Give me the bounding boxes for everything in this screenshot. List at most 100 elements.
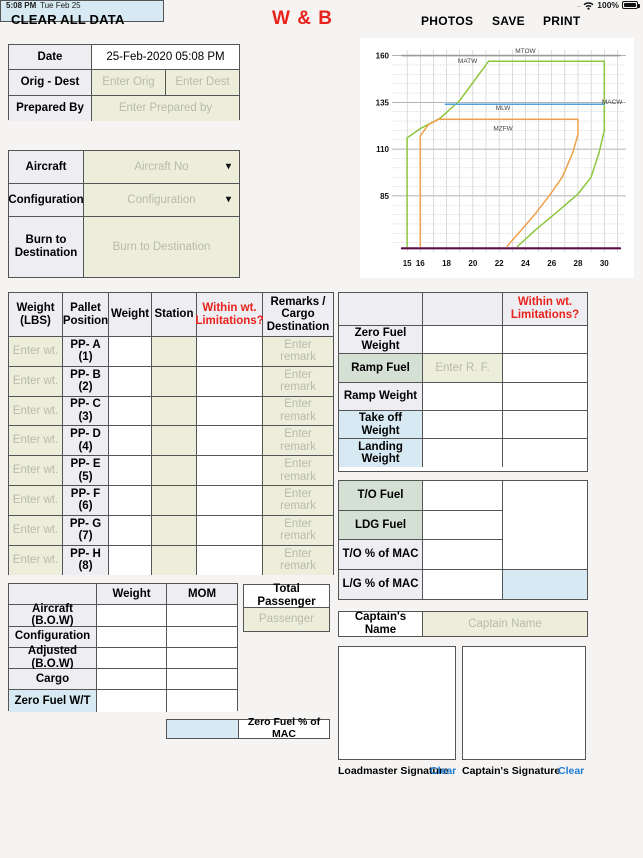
date-row: Date 25-Feb-2020 05:08 PM <box>9 45 239 71</box>
save-button[interactable]: SAVE <box>492 14 525 28</box>
weight-balance-envelope-chart: 160 135 110 85 15 16 18 20 22 24 26 28 30 MTOW MATW MAC… <box>360 38 634 278</box>
table-row: Ramp Weight <box>339 382 587 411</box>
fuel-row-value[interactable] <box>423 540 503 570</box>
pallet-station-value <box>152 456 197 486</box>
chevron-down-icon: ▾ <box>225 193 231 205</box>
total-passenger-label-row: Total Passenger <box>244 583 329 608</box>
captain-name-input[interactable]: Captain Name <box>423 612 587 636</box>
chart-xtick-label: 28 <box>574 259 583 268</box>
fuel-row-value[interactable] <box>423 569 503 600</box>
weight-row-within-limits <box>503 354 587 383</box>
date-value[interactable]: 25-Feb-2020 05:08 PM <box>92 45 239 71</box>
pallet-remark-input[interactable]: Enter remark <box>263 485 333 516</box>
pallet-remark-input[interactable]: Enter remark <box>263 456 333 486</box>
configuration-label: Configuration <box>8 184 84 217</box>
pallet-table-header: Weight (LBS) Pallet Position Weight Stat… <box>9 293 333 337</box>
pallet-within-limits-value <box>197 337 263 367</box>
aircraft-select-value: Aircraft No <box>134 160 189 173</box>
chart-annotation-macw: MACW <box>602 99 623 106</box>
bow-row-label: Aircraft (B.O.W) <box>9 603 97 627</box>
wt-col-value <box>423 293 503 326</box>
chevron-down-icon: ▾ <box>225 160 231 172</box>
wt-col-blank <box>339 293 423 326</box>
pallet-position-label: PP- E (5) <box>63 456 109 486</box>
pallet-remark-input[interactable]: Enter remark <box>263 396 333 427</box>
lg-mac-highlight-cell[interactable] <box>503 569 587 600</box>
zero-fuel-mac-value[interactable] <box>167 720 239 738</box>
pallet-station-value <box>152 396 197 427</box>
prepared-by-input[interactable]: Enter Prepared by <box>92 95 239 121</box>
total-passenger-label: Total Passenger <box>244 583 329 608</box>
captain-name-label: Captain's Name <box>339 611 423 636</box>
weight-row-value <box>423 410 503 440</box>
passenger-input[interactable]: Passenger <box>244 608 329 631</box>
pallet-weight-input[interactable]: Enter wt. <box>9 366 63 397</box>
chart-xtick-label: 15 <box>403 259 412 268</box>
chart-ytick-label: 160 <box>376 52 390 61</box>
configuration-select-value: Configuration <box>127 193 196 206</box>
loadmaster-signature-pad[interactable] <box>338 646 456 760</box>
page-title: W & B <box>272 8 333 29</box>
status-time: 5:08 PM <box>6 1 37 10</box>
bow-table-body: Aircraft (B.O.W) Configuration Adjusted (B… <box>9 603 237 712</box>
flight-info-block: Date 25-Feb-2020 05:08 PM Orig - Dest En… <box>8 44 240 121</box>
date-label: Date <box>9 45 92 71</box>
captain-signature-pad[interactable] <box>462 646 586 760</box>
pallet-remark-input[interactable]: Enter remark <box>263 545 333 576</box>
fuel-merged-cell[interactable] <box>503 481 587 570</box>
chart-svg: 160 135 110 85 15 16 18 20 22 24 26 28 30 MTOW MATW MAC… <box>376 48 626 268</box>
chart-annotation-mzfw: MZFW <box>493 125 513 132</box>
pallet-within-limits-value <box>197 366 263 397</box>
configuration-select[interactable]: Configuration ▾ <box>84 184 239 217</box>
orig-input[interactable]: Enter Orig <box>92 70 166 96</box>
photos-button[interactable]: PHOTOS <box>421 14 473 28</box>
pallet-within-limits-value <box>197 426 263 457</box>
chart-annotation-matw: MATW <box>458 58 478 65</box>
dest-input[interactable]: Enter Dest <box>166 70 239 96</box>
pallet-weight-input[interactable]: Enter wt. <box>9 426 63 457</box>
clear-captain-signature-link[interactable]: Clear <box>558 765 584 777</box>
chart-xtick-label: 16 <box>416 259 425 268</box>
pallet-remark-input[interactable]: Enter remark <box>263 515 333 546</box>
pallet-weight-input[interactable]: Enter wt. <box>9 396 63 427</box>
clear-loadmaster-signature-link[interactable]: Clear <box>430 765 456 777</box>
bow-row-mom <box>167 626 237 648</box>
table-row: Enter wt. PP- C (3) Enter remark <box>9 396 333 427</box>
bow-col-weight: Weight <box>97 584 167 606</box>
col-remarks-cargo-destination: Remarks / Cargo Destination <box>263 293 333 337</box>
pallet-remark-input[interactable]: Enter remark <box>263 426 333 457</box>
pallet-weight-value <box>109 485 152 516</box>
aircraft-config-block: Aircraft Aircraft No ▾ Configuration Con… <box>8 150 240 278</box>
pallet-remark-input[interactable]: Enter remark <box>263 337 333 367</box>
pallet-weight-input[interactable]: Enter wt. <box>9 515 63 546</box>
chart-xtick-label: 18 <box>442 259 451 268</box>
ramp-fuel-input[interactable]: Enter R. F. <box>423 354 503 383</box>
fuel-row-value[interactable] <box>423 481 503 511</box>
chart-annotation-mlw: MLW <box>496 105 512 112</box>
col-weight: Weight <box>109 293 152 337</box>
table-row: Enter wt. PP- G (7) Enter remark <box>9 515 333 546</box>
aircraft-select[interactable]: Aircraft No ▾ <box>84 151 239 184</box>
pallet-weight-input[interactable]: Enter wt. <box>9 456 63 486</box>
pallet-weight-value <box>109 396 152 427</box>
bow-row-label: Zero Fuel W/T <box>9 690 97 712</box>
zero-fuel-mac-inner: Zero Fuel % of MAC <box>167 717 329 740</box>
pallet-position-label: PP- G (7) <box>63 515 109 546</box>
clear-all-data-button[interactable]: CLEAR ALL DATA <box>11 12 125 27</box>
pallet-weight-value <box>109 426 152 457</box>
pallet-weight-input[interactable]: Enter wt. <box>9 485 63 516</box>
bow-row-label: Cargo <box>9 669 97 691</box>
chart-ytick-label: 85 <box>380 192 389 201</box>
pallet-remark-input[interactable]: Enter remark <box>263 366 333 397</box>
pallet-weight-input[interactable]: Enter wt. <box>9 545 63 576</box>
status-right-group: .... 100% <box>576 0 640 10</box>
fuel-row-value[interactable] <box>423 510 503 541</box>
burn-to-destination-input[interactable]: Burn to Destination <box>84 217 239 277</box>
bow-row-mom <box>167 690 237 712</box>
pallet-position-label: PP- C (3) <box>63 396 109 427</box>
table-row: Zero Fuel Weight <box>339 326 587 355</box>
pallet-within-limits-value <box>197 515 263 546</box>
pallet-weight-value <box>109 545 152 576</box>
pallet-weight-input[interactable]: Enter wt. <box>9 337 63 367</box>
print-button[interactable]: PRINT <box>543 14 581 28</box>
